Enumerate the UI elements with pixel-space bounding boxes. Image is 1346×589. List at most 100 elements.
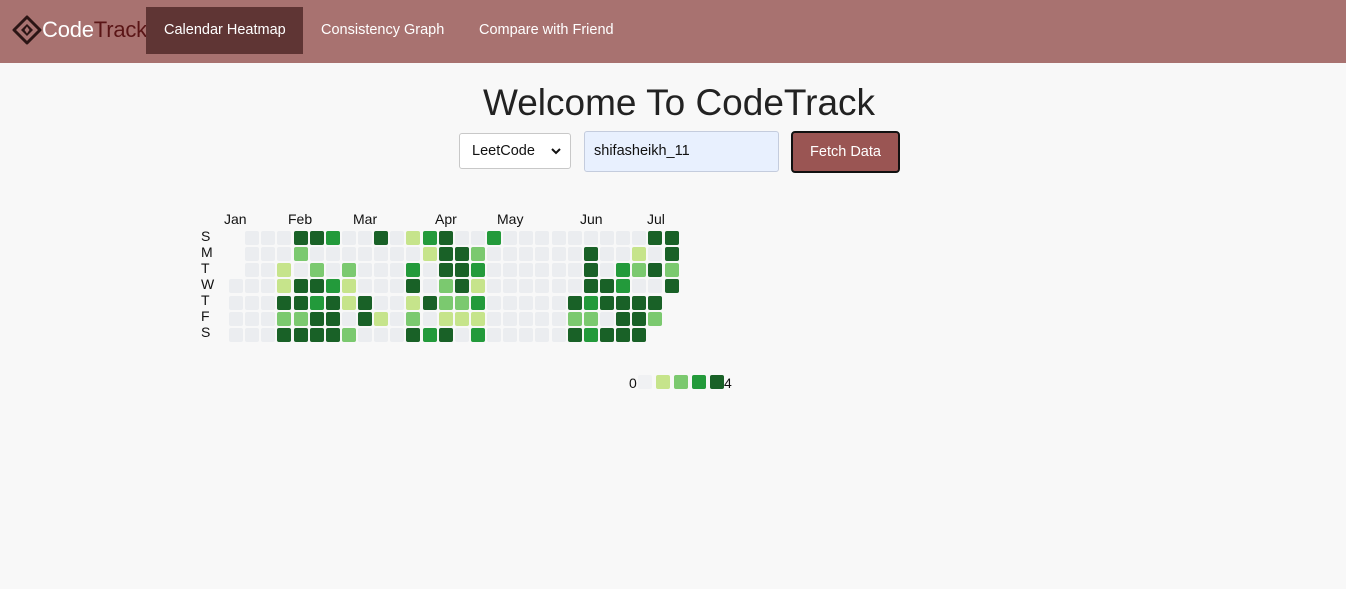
heatmap-cell[interactable] (245, 231, 259, 245)
heatmap-cell[interactable] (390, 296, 404, 310)
heatmap-cell[interactable] (342, 231, 356, 245)
heatmap-cell[interactable] (552, 312, 566, 326)
heatmap-cell[interactable] (358, 312, 372, 326)
heatmap-cell[interactable] (600, 312, 614, 326)
heatmap-cell[interactable] (503, 279, 517, 293)
heatmap-cell[interactable] (310, 296, 324, 310)
heatmap-cell[interactable] (374, 296, 388, 310)
heatmap-cell[interactable] (406, 328, 420, 342)
heatmap-cell[interactable] (487, 231, 501, 245)
heatmap-cell[interactable] (632, 296, 646, 310)
heatmap-cell[interactable] (503, 247, 517, 261)
heatmap-cell[interactable] (439, 247, 453, 261)
heatmap-cell[interactable] (568, 231, 582, 245)
heatmap-cell[interactable] (552, 247, 566, 261)
heatmap-cell[interactable] (665, 247, 679, 261)
heatmap-cell[interactable] (487, 279, 501, 293)
heatmap-cell[interactable] (277, 231, 291, 245)
heatmap-cell[interactable] (229, 279, 243, 293)
heatmap-cell[interactable] (326, 279, 340, 293)
heatmap-cell[interactable] (519, 247, 533, 261)
heatmap-cell[interactable] (568, 263, 582, 277)
heatmap-cell[interactable] (535, 263, 549, 277)
heatmap-cell[interactable] (358, 263, 372, 277)
heatmap-cell[interactable] (326, 312, 340, 326)
heatmap-cell[interactable] (277, 279, 291, 293)
heatmap-cell[interactable] (261, 328, 275, 342)
heatmap-cell[interactable] (519, 312, 533, 326)
heatmap-cell[interactable] (600, 279, 614, 293)
heatmap-cell[interactable] (358, 296, 372, 310)
heatmap-cell[interactable] (665, 263, 679, 277)
heatmap-cell[interactable] (245, 328, 259, 342)
heatmap-cell[interactable] (358, 247, 372, 261)
heatmap-cell[interactable] (423, 247, 437, 261)
heatmap-cell[interactable] (406, 296, 420, 310)
heatmap-cell[interactable] (374, 247, 388, 261)
heatmap-cell[interactable] (310, 312, 324, 326)
heatmap-cell[interactable] (584, 231, 598, 245)
heatmap-cell[interactable] (406, 312, 420, 326)
heatmap-cell[interactable] (342, 263, 356, 277)
heatmap-cell[interactable] (584, 247, 598, 261)
heatmap-cell[interactable] (535, 231, 549, 245)
heatmap-cell[interactable] (261, 296, 275, 310)
heatmap-cell[interactable] (535, 328, 549, 342)
heatmap-cell[interactable] (552, 279, 566, 293)
heatmap-cell[interactable] (374, 312, 388, 326)
heatmap-cell[interactable] (600, 231, 614, 245)
heatmap-cell[interactable] (390, 263, 404, 277)
heatmap-cell[interactable] (310, 247, 324, 261)
heatmap-cell[interactable] (423, 231, 437, 245)
heatmap-cell[interactable] (294, 312, 308, 326)
heatmap-cell[interactable] (245, 312, 259, 326)
heatmap-cell[interactable] (568, 312, 582, 326)
heatmap-cell[interactable] (455, 279, 469, 293)
heatmap-cell[interactable] (487, 296, 501, 310)
heatmap-cell[interactable] (471, 263, 485, 277)
heatmap-cell[interactable] (439, 279, 453, 293)
heatmap-cell[interactable] (600, 263, 614, 277)
heatmap-cell[interactable] (535, 247, 549, 261)
heatmap-cell[interactable] (439, 312, 453, 326)
heatmap-cell[interactable] (568, 296, 582, 310)
heatmap-cell[interactable] (261, 247, 275, 261)
username-input[interactable]: shifasheikh_11 (584, 131, 779, 172)
heatmap-cell[interactable] (568, 247, 582, 261)
heatmap-cell[interactable] (294, 328, 308, 342)
heatmap-cell[interactable] (374, 231, 388, 245)
heatmap-cell[interactable] (487, 328, 501, 342)
heatmap-cell[interactable] (519, 328, 533, 342)
heatmap-cell[interactable] (277, 263, 291, 277)
heatmap-cell[interactable] (294, 279, 308, 293)
heatmap-cell[interactable] (503, 296, 517, 310)
heatmap-cell[interactable] (326, 328, 340, 342)
heatmap-cell[interactable] (584, 296, 598, 310)
heatmap-cell[interactable] (374, 263, 388, 277)
heatmap-cell[interactable] (358, 231, 372, 245)
heatmap-cell[interactable] (277, 296, 291, 310)
heatmap-cell[interactable] (439, 263, 453, 277)
heatmap-cell[interactable] (294, 247, 308, 261)
heatmap-cell[interactable] (616, 328, 630, 342)
heatmap-cell[interactable] (326, 231, 340, 245)
heatmap-cell[interactable] (552, 263, 566, 277)
heatmap-cell[interactable] (487, 247, 501, 261)
heatmap-cell[interactable] (584, 312, 598, 326)
heatmap-cell[interactable] (277, 247, 291, 261)
heatmap-cell[interactable] (471, 312, 485, 326)
heatmap-cell[interactable] (342, 328, 356, 342)
heatmap-cell[interactable] (552, 328, 566, 342)
heatmap-cell[interactable] (423, 328, 437, 342)
heatmap-cell[interactable] (648, 247, 662, 261)
heatmap-cell[interactable] (455, 231, 469, 245)
heatmap-cell[interactable] (648, 279, 662, 293)
heatmap-cell[interactable] (503, 263, 517, 277)
heatmap-cell[interactable] (568, 279, 582, 293)
nav-compare-with-friend[interactable]: Compare with Friend (461, 7, 632, 54)
heatmap-cell[interactable] (277, 328, 291, 342)
heatmap-cell[interactable] (519, 263, 533, 277)
heatmap-cell[interactable] (294, 263, 308, 277)
heatmap-cell[interactable] (326, 263, 340, 277)
heatmap-cell[interactable] (390, 312, 404, 326)
